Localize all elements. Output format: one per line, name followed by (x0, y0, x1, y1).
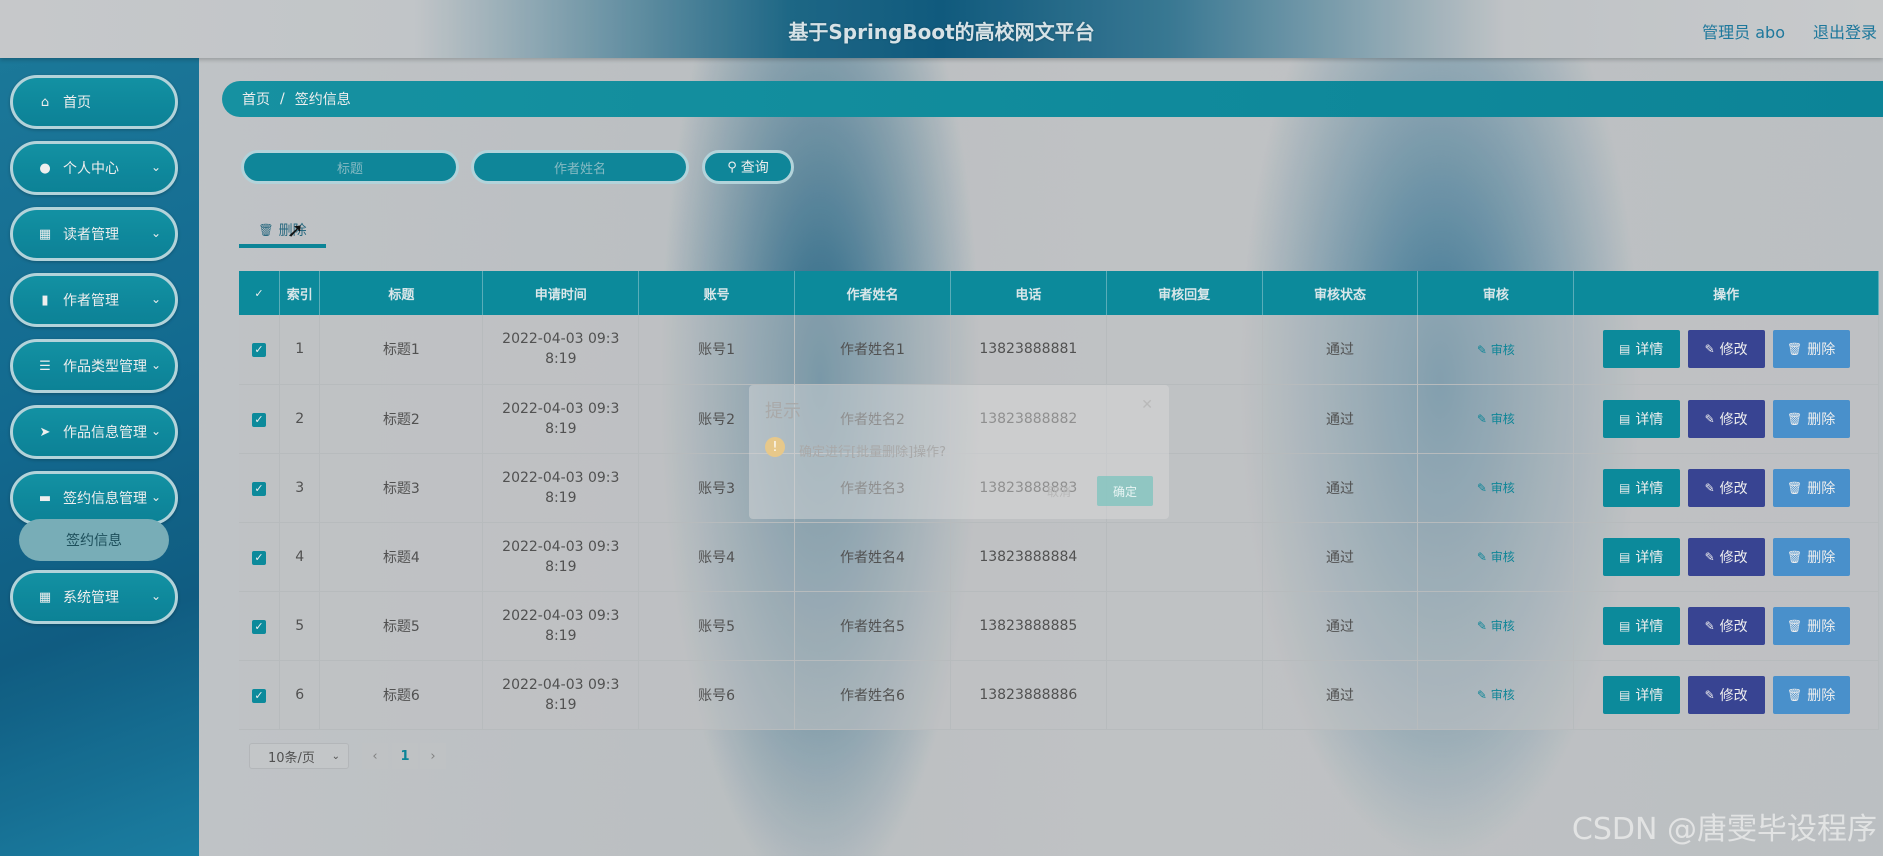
dialog-cancel-button[interactable]: 取消 (1033, 476, 1085, 506)
dialog-confirm-button[interactable]: 确定 (1097, 476, 1153, 506)
warning-icon: ! (765, 437, 785, 457)
confirm-dialog: 提示 ✕ ! 确定进行[批量删除]操作? 取消 确定 (749, 385, 1169, 519)
dialog-message: 确定进行[批量删除]操作? (799, 445, 947, 460)
close-icon[interactable]: ✕ (1141, 397, 1153, 413)
dialog-title: 提示 (765, 401, 801, 422)
